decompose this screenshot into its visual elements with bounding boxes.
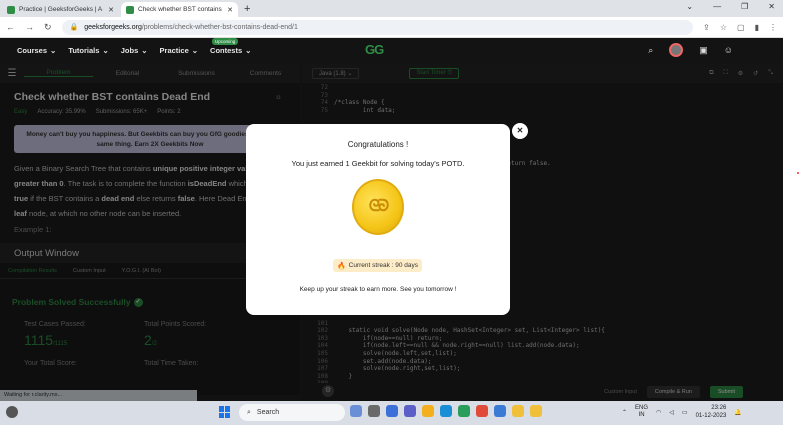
weather-icon[interactable] (6, 406, 18, 418)
url-field[interactable]: 🔒 geeksforgeeks.org/problems/check-wheth… (61, 19, 694, 35)
toggle-theme-icon[interactable]: ▣ (699, 45, 708, 56)
chevron-down-icon: ⌄ (102, 46, 109, 55)
nav-jobs[interactable]: Jobs ⌄ (121, 46, 148, 55)
window-controls: ⌄ — ❐ ✕ (686, 2, 775, 11)
language-indicator[interactable]: ENG IN (635, 405, 648, 419)
chevron-down-icon: ⌄ (191, 46, 199, 55)
chevron-down-icon: ⌄ (245, 46, 252, 55)
address-bar: ← → ↻ 🔒 geeksforgeeks.org/problems/check… (0, 17, 783, 38)
flame-icon: 🔥 (336, 262, 346, 270)
address-bar-actions: ⇪ ☆ ▢ ▮ ⋮ (703, 23, 777, 32)
url-host: geeksforgeeks.org (84, 23, 142, 31)
gfg-favicon-icon (7, 5, 15, 14)
store-icon[interactable] (458, 405, 470, 417)
chrome-icon[interactable] (512, 405, 524, 417)
windows-start-icon[interactable] (219, 406, 231, 418)
search-icon: ⌕ (247, 408, 251, 416)
modal-footer: Keep up your streak to earn more. See yo… (299, 286, 457, 293)
volume-icon[interactable]: ◁ (669, 409, 674, 416)
avatar[interactable] (669, 43, 684, 57)
file-explorer-icon[interactable] (386, 405, 398, 417)
modal-message: You just earned 1 Geekbit for solving to… (291, 159, 465, 168)
taskbar-apps (350, 405, 542, 417)
edge-icon[interactable] (440, 405, 452, 417)
share-icon[interactable]: ⇪ (703, 23, 710, 32)
chrome-profile-icon[interactable] (530, 405, 542, 417)
chevron-up-icon[interactable]: ⌃ (622, 409, 627, 416)
new-tab-button[interactable]: + (244, 3, 250, 15)
notification-icon[interactable]: 🔔 (734, 409, 741, 416)
chevron-down-icon: ⌄ (50, 46, 57, 55)
upcoming-badge: Upcoming (212, 38, 239, 45)
gfg-favicon-icon (126, 5, 134, 14)
lock-icon: 🔒 (69, 24, 79, 31)
close-modal-button[interactable]: ✕ (512, 123, 528, 139)
geekbit-coin-icon: ᘓᘐ (352, 179, 404, 235)
nav-courses[interactable]: Courses ⌄ (17, 46, 56, 55)
taskbar-search[interactable]: ⌕ Search (239, 404, 345, 421)
red-dot-marker (797, 172, 799, 174)
potd-modal: Congratulations ! You just earned 1 Geek… (246, 124, 510, 315)
close-tab-icon[interactable]: ✕ (108, 6, 114, 14)
chevron-down-icon: ⌄ (141, 46, 148, 55)
nav-practice[interactable]: Practice ⌄ (160, 46, 198, 55)
browser-window: Practice | GeeksforGeeks | A computer sc… (0, 0, 783, 425)
app-icon[interactable] (476, 405, 488, 417)
battery-icon[interactable]: ▭ (682, 409, 688, 416)
minimize-icon[interactable]: — (713, 2, 721, 11)
maximize-icon[interactable]: ❐ (741, 2, 748, 11)
chevron-down-icon[interactable]: ⌄ (686, 2, 693, 11)
task-view-icon[interactable] (350, 405, 362, 417)
url-path: /problems/check-whether-bst-contains-dea… (141, 23, 298, 31)
profile-icon[interactable]: ▮ (755, 23, 759, 32)
teams-icon[interactable] (404, 405, 416, 417)
outside-area (783, 0, 800, 425)
widgets-icon[interactable] (368, 405, 380, 417)
more-menu-icon[interactable]: ⋮ (769, 23, 777, 32)
wifi-icon[interactable]: ◠ (656, 409, 661, 416)
close-tab-icon[interactable]: ✕ (227, 6, 233, 14)
extension-icon[interactable]: ▢ (737, 23, 745, 32)
system-tray: ⌃ ENG IN ◠ ◁ ▭ 23:26 01-12-2023 🔔 (622, 404, 742, 420)
nav-contests[interactable]: Upcoming Contests ⌄ (210, 38, 252, 55)
clock[interactable]: 23:26 01-12-2023 (696, 404, 727, 420)
user-icon[interactable]: ☺ (724, 45, 733, 55)
gfg-logo[interactable]: GG (365, 42, 384, 57)
navbar-right: ⌕ ▣ ☺ (648, 43, 733, 57)
bookmark-star-icon[interactable]: ☆ (720, 23, 727, 32)
modal-title: Congratulations ! (347, 140, 409, 149)
folder-icon[interactable] (422, 405, 434, 417)
search-icon[interactable]: ⌕ (648, 45, 653, 56)
nav-tutorials[interactable]: Tutorials ⌄ (68, 46, 108, 55)
tab-bar: Practice | GeeksforGeeks | A computer sc… (0, 0, 783, 17)
close-window-icon[interactable]: ✕ (768, 2, 775, 11)
back-icon[interactable]: ← (6, 22, 15, 32)
tab-current-problem[interactable]: Check whether BST contains Dead End | Pr… (121, 2, 238, 17)
app-icon-2[interactable] (494, 405, 506, 417)
reload-icon[interactable]: ↻ (44, 22, 52, 33)
forward-icon[interactable]: → (25, 22, 34, 32)
tab-practice[interactable]: Practice | GeeksforGeeks | A computer sc… (2, 2, 119, 17)
streak-badge: 🔥 Current streak : 90 days (333, 259, 422, 272)
